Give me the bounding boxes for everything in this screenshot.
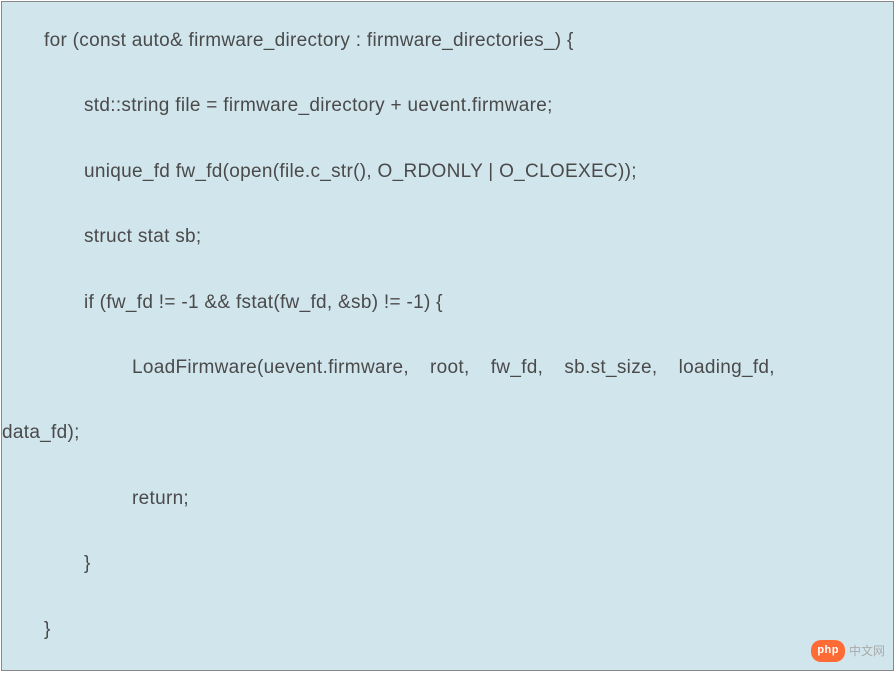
code-block: for (const auto& firmware_directory : fi… [1, 1, 894, 671]
code-line-close-for: } [2, 615, 893, 645]
code-line-close-if: } [2, 549, 893, 579]
code-line-unique-fd: unique_fd fw_fd(open(file.c_str(), O_RDO… [2, 157, 893, 187]
code-line-struct: struct stat sb; [2, 222, 893, 252]
code-line-string-decl: std::string file = firmware_directory + … [2, 91, 893, 121]
code-line-datafd: data_fd); [2, 418, 893, 448]
code-line-if: if (fw_fd != -1 && fstat(fw_fd, &sb) != … [2, 288, 893, 318]
code-line-loadfirmware: LoadFirmware(uevent.firmware, root, fw_f… [2, 353, 893, 383]
php-badge: php [811, 640, 845, 662]
watermark-text: 中文网 [849, 642, 885, 661]
code-line-for: for (const auto& firmware_directory : fi… [2, 26, 893, 56]
watermark: php 中文网 [811, 640, 885, 662]
code-line-return: return; [2, 484, 893, 514]
